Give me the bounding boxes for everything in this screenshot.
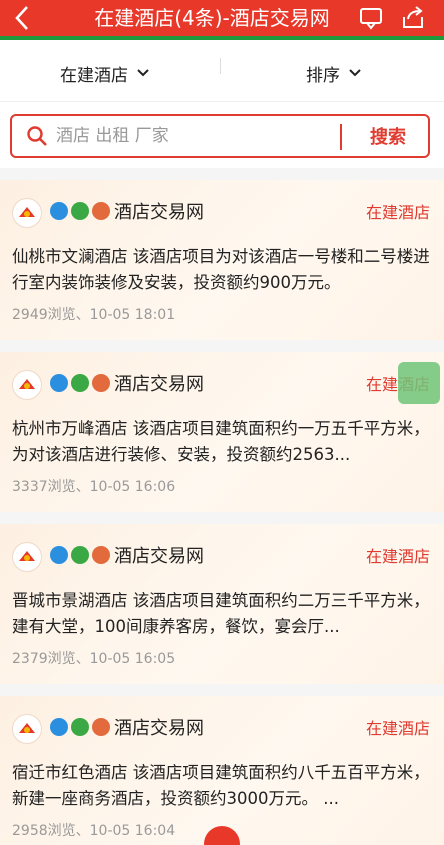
listing-description: 仙桃市文澜酒店 该酒店项目为对该酒店一号楼和二号楼进行室内装饰装修及安装，投资额…: [12, 247, 430, 292]
member-badge-icon: [71, 374, 89, 392]
floating-action-button[interactable]: [398, 362, 440, 404]
title-bar: 在建酒店(4条)-酒店交易网: [0, 0, 444, 40]
sort-filter-label: 排序: [306, 65, 340, 86]
listing-card[interactable]: 酒店交易网 在建酒店 杭州市万峰酒店 该酒店项目建筑面积约一万五千平方米，为对该…: [0, 352, 444, 512]
chevron-down-icon: [136, 68, 150, 78]
search-divider: [340, 124, 342, 150]
filter-divider: [220, 58, 221, 74]
listing-card[interactable]: 酒店交易网 在建酒店 晋城市景湖酒店 该酒店项目建筑面积约二万三千平方米，建有大…: [0, 524, 444, 684]
card-gap: [0, 512, 444, 524]
page-title: 在建酒店(4条)-酒店交易网: [94, 6, 330, 30]
category-filter-label: 在建酒店: [60, 65, 128, 86]
message-icon: [360, 8, 382, 30]
back-button[interactable]: [8, 2, 36, 34]
verification-badges: [50, 374, 110, 392]
search-bar: 搜索: [10, 114, 430, 158]
certified-badge-icon: [92, 202, 110, 220]
verification-badges: [50, 718, 110, 736]
hotel-logo-icon: [19, 723, 35, 733]
certified-badge-icon: [92, 374, 110, 392]
search-input[interactable]: [56, 122, 336, 150]
hotel-logo-icon: [19, 551, 35, 561]
verified-badge-icon: [50, 374, 68, 392]
listing-source: 酒店交易网: [114, 546, 204, 567]
listing-description: 杭州市万峰酒店 该酒店项目建筑面积约一万五千平方米，为对该酒店进行装修、安装，投…: [12, 419, 430, 464]
certified-badge-icon: [92, 718, 110, 736]
listing-meta: 2949浏览、10-05 18:01: [12, 307, 176, 323]
listing-card[interactable]: 酒店交易网 在建酒店 仙桃市文澜酒店 该酒店项目为对该酒店一号楼和二号楼进行室内…: [0, 180, 444, 340]
publisher-avatar: [12, 198, 42, 228]
listing-meta: 2958浏览、10-05 16:04: [12, 823, 176, 839]
share-icon: [403, 6, 423, 28]
chevron-down-icon: [348, 68, 362, 78]
listing-category: 在建酒店: [365, 203, 430, 222]
verified-badge-icon: [50, 202, 68, 220]
verified-badge-icon: [50, 718, 68, 736]
publisher-avatar: [12, 714, 42, 744]
listing-source: 酒店交易网: [114, 202, 204, 223]
hotel-logo-icon: [19, 379, 35, 389]
verification-badges: [50, 546, 110, 564]
search-button[interactable]: 搜索: [346, 116, 430, 156]
listing-description: 晋城市景湖酒店 该酒店项目建筑面积约二万三千平方米，建有大堂，100间康养客房，…: [12, 591, 430, 636]
member-badge-icon: [71, 718, 89, 736]
verified-badge-icon: [50, 546, 68, 564]
member-badge-icon: [71, 202, 89, 220]
listing-meta: 3337浏览、10-05 16:06: [12, 479, 176, 495]
listing-source: 酒店交易网: [114, 374, 204, 395]
card-gap: [0, 684, 444, 696]
verification-badges: [50, 202, 110, 220]
certified-badge-icon: [92, 546, 110, 564]
listing-category: 在建酒店: [365, 547, 430, 566]
section-gap: [0, 168, 444, 180]
category-filter[interactable]: 在建酒店: [60, 44, 150, 102]
sort-filter[interactable]: 排序: [306, 44, 362, 102]
hotel-logo-icon: [19, 207, 35, 217]
chevron-left-icon: [15, 6, 28, 30]
listing-category: 在建酒店: [365, 719, 430, 738]
share-button[interactable]: [398, 4, 428, 32]
listing-card[interactable]: 酒店交易网 在建酒店 宿迁市红色酒店 该酒店项目建筑面积约八千五百平方米，新建一…: [0, 696, 444, 845]
publisher-avatar: [12, 370, 42, 400]
listing-meta: 2379浏览、10-05 16:05: [12, 651, 176, 667]
card-gap: [0, 340, 444, 352]
listing-source: 酒店交易网: [114, 718, 204, 739]
filter-bar: 在建酒店 排序: [0, 44, 444, 102]
member-badge-icon: [71, 546, 89, 564]
message-button[interactable]: [356, 4, 386, 32]
listing-description: 宿迁市红色酒店 该酒店项目建筑面积约八千五百平方米，新建一座商务酒店，投资额约3…: [12, 763, 430, 808]
search-icon: [26, 125, 48, 151]
publisher-avatar: [12, 542, 42, 572]
